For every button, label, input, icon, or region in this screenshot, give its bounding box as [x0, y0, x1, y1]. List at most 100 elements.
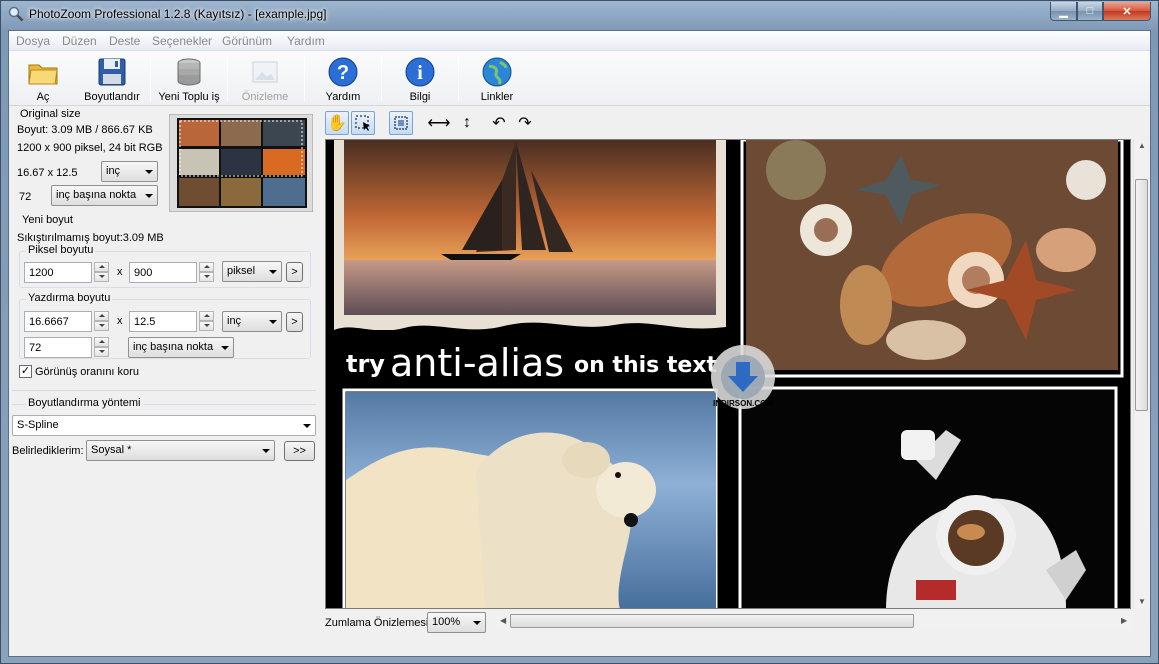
resize-button[interactable]: Boyutlandır	[81, 54, 143, 104]
menu-bar: Dosya Düzen Deste Seçenekler Görünüm Yar…	[9, 31, 1150, 51]
marquee-select-icon	[355, 115, 370, 131]
image-thumbnail[interactable]	[169, 114, 313, 212]
floppy-disk-icon	[98, 58, 126, 86]
resolution-input[interactable]: 72	[24, 337, 92, 358]
uncompressed-size: Sıkıştırılmamış boyut:3.09 MB	[17, 232, 164, 244]
height-print-input[interactable]: 12.5	[129, 311, 197, 332]
info-button[interactable]: i Bilgi	[394, 54, 446, 104]
menu-deste[interactable]: Deste	[109, 34, 140, 48]
new-size-label: Yeni boyut	[20, 214, 75, 226]
height-print-spinner[interactable]	[199, 311, 214, 332]
preview-image-icon	[252, 61, 278, 83]
height-pixels-input[interactable]: 900	[129, 262, 197, 283]
rotate-left-icon: ↶	[492, 115, 506, 132]
crop-icon	[394, 116, 408, 130]
print-unit-value: inç	[227, 315, 242, 327]
resize-method-label: Boyutlandırma yöntemi	[26, 397, 143, 409]
menu-dosya[interactable]: Dosya	[16, 34, 50, 48]
preset-more-button[interactable]: >>	[284, 441, 315, 461]
toolbar-separator	[381, 55, 382, 101]
caption-try: try	[346, 350, 385, 378]
original-pixels: 1200 x 900 piksel, 24 bit RGB	[17, 142, 163, 154]
rotate-left-button[interactable]: ↶	[487, 111, 511, 135]
height-pixels-spinner[interactable]	[199, 262, 214, 283]
preview-button[interactable]: Önizleme	[237, 54, 293, 104]
horizontal-scrollbar[interactable]: ◀ ▶	[497, 613, 1133, 630]
horizontal-scroll-thumb[interactable]	[510, 614, 914, 628]
help-label: Yardım	[325, 91, 361, 103]
scroll-down-arrow-icon[interactable]: ▼	[1138, 597, 1146, 606]
menu-secenekler[interactable]: Seçenekler	[152, 34, 212, 48]
minimize-button[interactable]: ▁	[1050, 2, 1077, 21]
pixel-unit-value: piksel	[227, 265, 256, 277]
info-icon: i	[405, 57, 435, 87]
preset-select[interactable]: Soysal *	[86, 440, 275, 461]
close-button[interactable]: ✕	[1103, 2, 1151, 21]
toolbar-separator	[304, 55, 305, 101]
folder-icon	[28, 64, 58, 85]
info-label: Bilgi	[409, 91, 431, 103]
globe-icon	[482, 57, 512, 87]
hand-icon: ✋	[327, 115, 347, 132]
scroll-left-arrow-icon[interactable]: ◀	[500, 616, 506, 625]
open-button[interactable]: Aç	[17, 54, 69, 104]
original-resolution-unit-value: inç başına nokta	[56, 189, 137, 201]
fit-width-button[interactable]: ⟷	[427, 111, 451, 135]
keep-aspect-checkbox[interactable]: ✓	[19, 365, 32, 378]
window-title: PhotoZoom Professional 1.2.8 (Kayıtsız) …	[29, 7, 327, 21]
new-batch-label: Yeni Toplu iş	[158, 91, 220, 103]
scroll-right-arrow-icon[interactable]: ▶	[1121, 616, 1127, 625]
title-bar[interactable]: PhotoZoom Professional 1.2.8 (Kayıtsız) …	[1, 1, 1158, 29]
zoom-select[interactable]: 100%	[427, 612, 486, 633]
resize-method-select[interactable]: S-Spline	[12, 415, 316, 436]
original-filesize: Boyut: 3.09 MB / 866.67 KB	[17, 124, 153, 136]
preset-label: Belirlediklerim:	[12, 445, 84, 457]
original-resolution: 72	[19, 191, 32, 203]
resolution-unit-select[interactable]: inç başına nokta	[128, 337, 234, 358]
resize-method-value: S-Spline	[17, 419, 59, 431]
menu-yardim[interactable]: Yardım	[287, 34, 325, 48]
menu-gorunum[interactable]: Görünüm	[222, 34, 272, 48]
links-label: Linkler	[480, 91, 514, 103]
pixel-more-button[interactable]: >	[286, 262, 303, 282]
original-print-unit-value: inç	[106, 165, 121, 177]
width-print-input[interactable]: 16.6667	[24, 311, 92, 332]
panel-divider	[12, 390, 316, 391]
application-window: PhotoZoom Professional 1.2.8 (Kayıtsız) …	[0, 0, 1159, 664]
width-pixels-input[interactable]: 1200	[24, 262, 92, 283]
original-print-unit-select[interactable]: inç	[101, 161, 158, 182]
vertical-arrows-icon: ↕	[463, 114, 471, 131]
hand-tool-button[interactable]: ✋	[325, 111, 349, 135]
keep-aspect-label[interactable]: Görünüş oranını koru	[35, 366, 139, 378]
original-resolution-unit-select[interactable]: inç başına nokta	[51, 185, 158, 206]
print-times-sign: x	[117, 315, 123, 327]
new-batch-button[interactable]: Yeni Toplu iş	[157, 54, 221, 104]
help-button[interactable]: ? Yardım	[317, 54, 369, 104]
main-toolbar: Aç Boyutlandır Yeni Toplu iş Önizleme ? …	[9, 51, 1150, 106]
links-button[interactable]: Linkler	[471, 54, 523, 104]
rotate-right-button[interactable]: ↷	[513, 111, 537, 135]
help-icon: ?	[328, 57, 358, 87]
print-size-label: Yazdırma boyutu	[26, 292, 113, 304]
width-pixels-spinner[interactable]	[94, 262, 109, 283]
crop-tool-button[interactable]	[389, 111, 413, 135]
select-tool-button[interactable]	[351, 111, 375, 135]
pixel-unit-select[interactable]: piksel	[222, 261, 282, 282]
pixel-times-sign: x	[117, 266, 123, 278]
fit-height-button[interactable]: ↕	[455, 111, 479, 135]
toolbar-separator	[150, 55, 151, 101]
resolution-spinner[interactable]	[94, 337, 109, 358]
maximize-button[interactable]: □	[1077, 2, 1103, 21]
vertical-scrollbar[interactable]: ▲ ▼	[1133, 139, 1149, 609]
print-unit-select[interactable]: inç	[222, 311, 282, 332]
vertical-scroll-thumb[interactable]	[1135, 179, 1148, 411]
watermark-text: INDIRSON.COM	[713, 399, 773, 408]
print-more-button[interactable]: >	[286, 312, 303, 332]
zoom-value: 100%	[432, 616, 461, 628]
scroll-up-arrow-icon[interactable]: ▲	[1138, 141, 1146, 150]
resize-label: Boyutlandır	[84, 91, 140, 103]
width-print-spinner[interactable]	[94, 311, 109, 332]
image-viewport[interactable]: try anti-alias on this text INDIRSON.COM	[325, 139, 1131, 609]
svg-text:i: i	[417, 62, 423, 84]
menu-duzen[interactable]: Düzen	[62, 34, 97, 48]
